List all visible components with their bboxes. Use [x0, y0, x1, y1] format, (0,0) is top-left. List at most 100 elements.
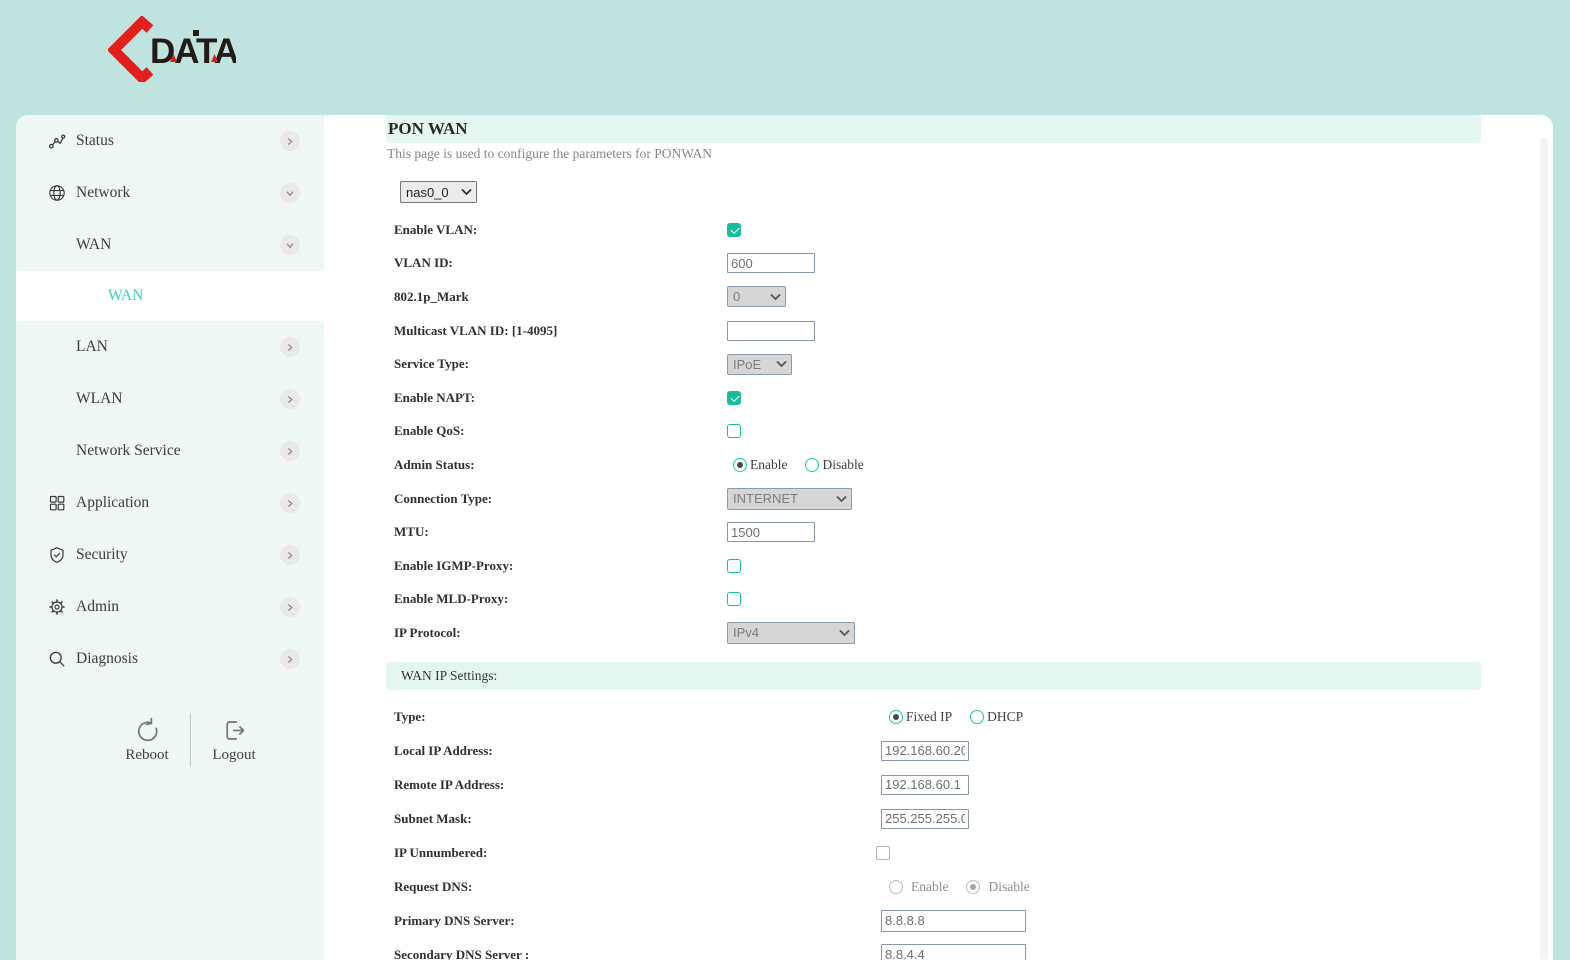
dhcp-radio[interactable] — [970, 710, 984, 724]
scrollbar[interactable] — [1540, 138, 1548, 960]
sidebar-item-diagnosis[interactable]: Diagnosis — [16, 633, 324, 685]
connection-type-select[interactable]: INTERNET — [727, 488, 852, 510]
cdata-logo: DATA — [108, 16, 236, 82]
activity-icon — [48, 132, 66, 150]
subnet-mask-input[interactable] — [881, 809, 969, 829]
actions-divider — [190, 713, 191, 767]
admin-status-disable-radio[interactable] — [805, 458, 819, 472]
enable-mld-proxy-checkbox[interactable] — [727, 592, 741, 606]
reboot-button[interactable]: Reboot — [116, 717, 178, 764]
gear-icon — [48, 598, 66, 616]
vlan-id-input[interactable] — [727, 253, 815, 273]
field-label: Enable VLAN: — [386, 222, 727, 238]
ip-unnumbered-checkbox[interactable] — [876, 846, 890, 860]
sidebar-item-label: Status — [76, 132, 280, 150]
shield-icon — [48, 546, 66, 564]
type-radio-group: Fixed IP DHCP — [889, 709, 1041, 725]
wan-ip-settings-strip: WAN IP Settings: — [386, 662, 1481, 690]
chevron-right-icon[interactable] — [280, 649, 300, 669]
multicast-vlan-id-input[interactable] — [727, 321, 815, 341]
ip-protocol-select[interactable]: IPv4 — [727, 622, 855, 644]
chevron-right-icon[interactable] — [280, 131, 300, 151]
page-title: PON WAN — [386, 119, 468, 139]
8021p-mark-select[interactable]: 0 — [727, 286, 786, 307]
sidebar-item-label: WAN — [108, 287, 324, 305]
logout-icon — [221, 717, 248, 744]
field-label: Request DNS: — [386, 879, 727, 895]
sidebar-item-label: Admin — [76, 598, 280, 616]
radio-label: DHCP — [987, 709, 1023, 725]
fixed-ip-radio[interactable] — [889, 710, 903, 724]
admin-status-enable-radio[interactable] — [733, 458, 747, 472]
field-label: Enable NAPT: — [386, 390, 727, 406]
form-row: IP Unnumbered: — [386, 836, 1481, 870]
page: DATA Status — [0, 0, 1570, 960]
field-label: Admin Status: — [386, 457, 727, 473]
sidebar-item-wlan[interactable]: WLAN — [16, 373, 324, 425]
primary-dns-server-input[interactable] — [881, 910, 1026, 932]
form-row: Enable IGMP-Proxy: — [386, 549, 1481, 583]
chevron-right-icon[interactable] — [280, 389, 300, 409]
globe-icon — [48, 184, 66, 202]
field-label: Enable QoS: — [386, 423, 727, 439]
mtu-input[interactable] — [727, 522, 815, 542]
form-row: Service Type: IPoE — [386, 347, 1481, 381]
chevron-right-icon[interactable] — [280, 545, 300, 565]
form-row: Connection Type: INTERNET — [386, 482, 1481, 516]
request-dns-radio-group: Enable Disable — [889, 879, 1048, 895]
chevron-right-icon[interactable] — [280, 493, 300, 513]
logout-label: Logout — [212, 747, 255, 764]
sidebar-item-admin[interactable]: Admin — [16, 581, 324, 633]
page-title-strip: PON WAN — [386, 115, 1481, 143]
sidebar: Status Network WA — [16, 115, 324, 960]
sidebar-item-application[interactable]: Application — [16, 477, 324, 529]
form-row: Local IP Address: — [386, 734, 1481, 768]
form-row: Enable NAPT: — [386, 381, 1481, 415]
remote-ip-address-input[interactable] — [881, 775, 969, 795]
chevron-right-icon[interactable] — [280, 441, 300, 461]
logo-text: DATA — [150, 32, 236, 71]
header: DATA — [0, 0, 1570, 115]
radio-label: Enable — [750, 457, 787, 473]
chevron-down-icon[interactable] — [280, 235, 300, 255]
service-type-select[interactable]: IPoE — [727, 354, 792, 375]
request-dns-enable-radio[interactable] — [889, 880, 903, 894]
sidebar-item-label: WLAN — [76, 390, 280, 408]
enable-napt-checkbox[interactable] — [727, 391, 741, 405]
sidebar-item-label: Application — [76, 494, 280, 512]
admin-status-radio-group: Enable Disable — [733, 457, 882, 473]
secondary-dns-server-input[interactable] — [881, 944, 1026, 960]
request-dns-disable-radio[interactable] — [966, 880, 980, 894]
chevron-right-icon[interactable] — [280, 337, 300, 357]
sidebar-item-label: Network Service — [76, 442, 280, 460]
sidebar-item-network[interactable]: Network — [16, 167, 324, 219]
section-title: WAN IP Settings: — [386, 668, 497, 684]
main-content: PON WAN This page is used to configure t… — [324, 115, 1553, 960]
radio-label: Fixed IP — [906, 709, 952, 725]
sidebar-actions: Reboot Logout — [16, 713, 324, 767]
sidebar-item-security[interactable]: Security — [16, 529, 324, 581]
field-label: Service Type: — [386, 356, 727, 372]
form-row: Request DNS: Enable Disable — [386, 870, 1481, 904]
enable-vlan-checkbox[interactable] — [727, 223, 741, 237]
sidebar-item-lan[interactable]: LAN — [16, 321, 324, 373]
enable-qos-checkbox[interactable] — [727, 424, 741, 438]
sidebar-item-status[interactable]: Status — [16, 115, 324, 167]
form-row: IP Protocol: IPv4 — [386, 616, 1481, 650]
field-label: 802.1p_Mark — [386, 289, 727, 305]
sidebar-item-wan[interactable]: WAN — [16, 271, 324, 321]
local-ip-address-input[interactable] — [881, 741, 969, 761]
logout-button[interactable]: Logout — [203, 717, 265, 764]
enable-igmp-proxy-checkbox[interactable] — [727, 559, 741, 573]
page-subtitle: This page is used to configure the param… — [386, 146, 1481, 162]
radio-label: Disable — [822, 457, 863, 473]
sidebar-item-wan-group[interactable]: WAN — [16, 219, 324, 271]
chevron-right-icon[interactable] — [280, 597, 300, 617]
content-card: Status Network WA — [16, 115, 1553, 960]
field-label: Subnet Mask: — [386, 811, 727, 827]
form-row: Enable QoS: — [386, 415, 1481, 449]
sidebar-item-network-service[interactable]: Network Service — [16, 425, 324, 477]
chevron-down-icon[interactable] — [280, 183, 300, 203]
reboot-icon — [134, 717, 161, 744]
interface-select[interactable]: nas0_0 — [400, 181, 477, 203]
